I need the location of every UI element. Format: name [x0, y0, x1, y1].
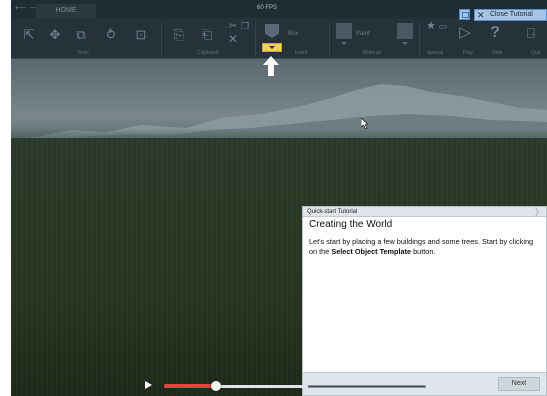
progress-played — [164, 384, 216, 388]
select-cursor-icon[interactable]: ⇱ — [21, 28, 37, 41]
separator — [419, 22, 420, 56]
copy-icon[interactable]: ⎘ — [171, 28, 187, 41]
group-label-tools: Tools — [77, 50, 89, 56]
tutorial-title: Creating the World — [309, 219, 393, 230]
box-template-icon[interactable] — [265, 24, 279, 38]
fps-counter: 60 FPS — [257, 5, 278, 11]
play-icon[interactable]: ▷ — [457, 25, 473, 40]
next-button[interactable]: Next — [498, 377, 540, 391]
tutorial-header: Quick-start Tutorial 〉 — [303, 207, 546, 217]
separator — [329, 22, 330, 56]
tutorial-close-icon[interactable]: 〉 — [535, 207, 544, 217]
tutorial-text-highlight: Select Object Template — [331, 247, 412, 256]
snap-icon[interactable]: ⊡ — [133, 28, 149, 41]
duplicate-icon[interactable]: ❐ — [237, 20, 253, 33]
box-template-label: Box — [288, 31, 299, 37]
progress-scrubber-handle[interactable] — [211, 381, 221, 391]
video-frame: ⟵⟶ HOME 60 FPS ⇱ ✥ ⧉ ⥁ ⊡ Tools ⎘ ⎗ ✂ ❐ ✕… — [11, 0, 547, 396]
quick-start-tutorial-panel: Quick-start Tutorial 〉 Creating the Worl… — [302, 206, 547, 396]
close-tutorial-label: Close Tutorial — [490, 11, 533, 18]
window-toggle-icon[interactable] — [459, 9, 470, 20]
paint-swatch[interactable] — [336, 23, 352, 39]
tutorial-text-part: button. — [411, 247, 436, 256]
paint-label: Paint — [356, 31, 370, 37]
group-label-quit: Quit — [531, 50, 541, 56]
material-dropdown-icon[interactable] — [402, 42, 408, 45]
quit-icon[interactable]: ⍈ — [523, 26, 539, 40]
group-label-special: Special — [427, 50, 444, 56]
separator — [255, 22, 256, 56]
group-label-help: Help — [492, 50, 503, 56]
separator — [161, 22, 162, 56]
tutorial-header-title: Quick-start Tutorial — [307, 209, 358, 215]
tab-home[interactable]: HOME — [36, 4, 96, 18]
mouse-cursor-icon — [361, 118, 369, 129]
close-tutorial-button[interactable]: ✕ Close Tutorial — [474, 9, 547, 21]
tutorial-body: Creating the World Let's start by placin… — [309, 219, 541, 257]
paint-dropdown-icon[interactable] — [341, 42, 347, 45]
rotate-icon[interactable]: ⥁ — [103, 28, 119, 41]
scale-icon[interactable]: ⧉ — [73, 28, 89, 41]
group-label-material: Material — [363, 50, 381, 56]
group-label-insert: Insert — [295, 50, 308, 56]
move-icon[interactable]: ✥ — [47, 28, 63, 41]
close-icon: ✕ — [477, 10, 485, 20]
tutorial-text: Let's start by placing a few buildings a… — [309, 237, 541, 257]
material-swatch[interactable] — [397, 23, 413, 39]
toolbar: ⇱ ✥ ⧉ ⥁ ⊡ Tools ⎘ ⎗ ✂ ❐ ✕ Clipboard Box … — [11, 18, 547, 59]
delete-icon[interactable]: ✕ — [225, 33, 241, 46]
group-label-play: Play — [463, 50, 473, 56]
paste-icon[interactable]: ⎗ — [199, 28, 215, 41]
video-play-icon[interactable] — [145, 381, 152, 389]
select-object-template-button[interactable] — [262, 43, 282, 52]
help-icon[interactable]: ? — [487, 25, 503, 41]
tutorial-pointer-arrow-icon — [263, 56, 279, 76]
special-options-icon[interactable]: ▭ — [435, 20, 451, 33]
tutorial-footer: Next — [303, 372, 546, 395]
group-label-clipboard: Clipboard — [197, 50, 219, 56]
progress-buffered — [216, 385, 308, 388]
